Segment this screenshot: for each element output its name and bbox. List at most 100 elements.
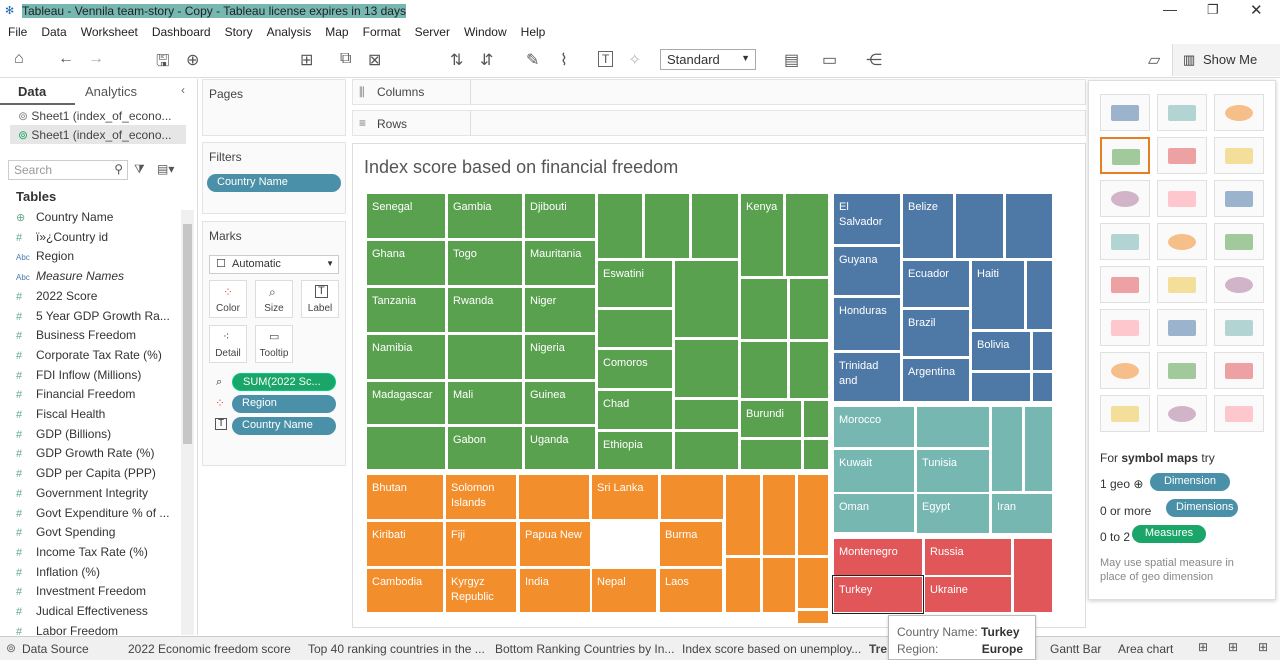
- treemap-cell[interactable]: Chad: [597, 390, 673, 430]
- treemap-cell[interactable]: Gambia: [447, 193, 523, 239]
- treemap-cell[interactable]: [803, 400, 829, 438]
- treemap-cell[interactable]: [955, 193, 1004, 259]
- treemap-cell[interactable]: Solomon Islands: [445, 474, 517, 520]
- field-item[interactable]: # Financial Freedom: [16, 387, 135, 401]
- show-me-button[interactable]: ▥ Show Me: [1172, 44, 1280, 76]
- field-item[interactable]: Abc Region: [16, 249, 74, 263]
- treemap-cell[interactable]: [740, 341, 788, 399]
- home-icon[interactable]: ⌂: [14, 50, 24, 68]
- field-item[interactable]: # GDP Growth Rate (%): [16, 446, 154, 460]
- treemap-cell[interactable]: El Salvador: [833, 193, 901, 245]
- treemap-cell[interactable]: Namibia: [366, 334, 446, 380]
- treemap-cell[interactable]: Ethiopia: [597, 431, 673, 470]
- treemap-cell[interactable]: [674, 339, 739, 398]
- treemap-cell[interactable]: Kyrgyz Republic: [445, 568, 517, 613]
- chart-type-thumbnail[interactable]: [1100, 309, 1150, 346]
- treemap-cell[interactable]: Burma: [659, 521, 723, 567]
- color-button[interactable]: ⁘ Color: [209, 280, 247, 318]
- treemap-cell[interactable]: Oman: [833, 493, 915, 533]
- treemap-cell[interactable]: Togo: [447, 240, 523, 286]
- treemap-cell[interactable]: Montenegro: [833, 538, 923, 576]
- label-button[interactable]: T Label: [301, 280, 339, 318]
- field-item[interactable]: # Govt Spending: [16, 525, 115, 539]
- clear-sheet-icon[interactable]: ⊠: [368, 50, 381, 70]
- treemap-cell[interactable]: Belize: [902, 193, 954, 259]
- treemap-cell[interactable]: Tanzania: [366, 287, 446, 333]
- tab-analytics[interactable]: Analytics: [85, 84, 137, 99]
- treemap-cell[interactable]: [1032, 372, 1053, 402]
- treemap-cell[interactable]: Russia: [924, 538, 1012, 576]
- treemap-cell[interactable]: Tunisia: [916, 449, 990, 493]
- datasource-item[interactable]: ⊚ Sheet1 (index_of_econo...: [18, 128, 172, 142]
- field-item[interactable]: # FDI Inflow (Millions): [16, 368, 141, 382]
- treemap-cell[interactable]: Niger: [524, 287, 596, 333]
- treemap-cell[interactable]: Madagascar: [366, 381, 446, 425]
- new-story-icon[interactable]: ⊞: [1258, 640, 1268, 654]
- minimize-icon[interactable]: —: [1163, 1, 1177, 17]
- treemap-cell[interactable]: Nigeria: [524, 334, 596, 380]
- treemap-cell[interactable]: Ukraine: [924, 576, 1012, 613]
- view-list-icon[interactable]: ▤▾: [157, 162, 174, 176]
- chart-type-thumbnail[interactable]: [1100, 266, 1150, 303]
- treemap-cell[interactable]: Papua New: [519, 521, 591, 567]
- treemap-cell[interactable]: Bhutan: [366, 474, 444, 520]
- chart-type-thumbnail[interactable]: [1157, 266, 1207, 303]
- share-icon[interactable]: ⋲: [866, 50, 882, 70]
- presentation-icon[interactable]: ▭: [822, 50, 837, 70]
- treemap-cell[interactable]: [789, 341, 829, 399]
- mark-pill-size[interactable]: SUM(2022 Sc...: [232, 373, 336, 391]
- new-sheet-icon[interactable]: ⊞: [1198, 640, 1208, 654]
- menu-item-data[interactable]: Data: [41, 25, 66, 39]
- tab-sheet[interactable]: Area chart: [1118, 642, 1173, 656]
- treemap-cell[interactable]: [797, 557, 829, 609]
- treemap-cell[interactable]: [366, 426, 446, 470]
- chart-type-thumbnail[interactable]: [1100, 94, 1150, 131]
- menu-item-map[interactable]: Map: [325, 25, 348, 39]
- new-dashboard-icon[interactable]: ⊞: [1228, 640, 1238, 654]
- treemap-cell[interactable]: Guinea: [524, 381, 596, 425]
- tab-data-source[interactable]: Data Source: [22, 642, 89, 656]
- treemap-cell[interactable]: [644, 193, 690, 259]
- treemap-cell[interactable]: Burundi: [740, 400, 802, 438]
- chart-type-thumbnail[interactable]: [1214, 180, 1264, 217]
- treemap-cell[interactable]: Comoros: [597, 349, 673, 389]
- chart-type-thumbnail[interactable]: [1157, 137, 1207, 174]
- chart-type-thumbnail[interactable]: [1157, 309, 1207, 346]
- scrollbar[interactable]: [181, 210, 194, 635]
- menu-item-server[interactable]: Server: [415, 25, 450, 39]
- treemap-cell[interactable]: Laos: [659, 568, 723, 613]
- menu-item-file[interactable]: File: [8, 25, 27, 39]
- treemap-cell[interactable]: Iran: [991, 493, 1053, 534]
- field-item[interactable]: Abc Measure Names: [16, 269, 124, 283]
- field-item[interactable]: # Fiscal Health: [16, 407, 105, 421]
- treemap-cell[interactable]: [762, 557, 796, 613]
- tab-sheet[interactable]: Index score based on unemploy...: [682, 642, 861, 656]
- chart-type-thumbnail[interactable]: [1100, 395, 1150, 432]
- filters-shelf[interactable]: Filters Country Name: [202, 142, 346, 214]
- tab-sheet[interactable]: Top 40 ranking countries in the ...: [308, 642, 485, 656]
- treemap-cell[interactable]: Kenya: [740, 193, 784, 277]
- field-item[interactable]: # Business Freedom: [16, 328, 136, 342]
- field-item[interactable]: # Government Integrity: [16, 486, 148, 500]
- treemap-cell[interactable]: Honduras: [833, 297, 901, 351]
- detail-button[interactable]: ⁖ Detail: [209, 325, 247, 363]
- treemap-cell[interactable]: Eswatini: [597, 260, 673, 308]
- tab-sheet[interactable]: Bottom Ranking Countries by In...: [495, 642, 674, 656]
- treemap-cell[interactable]: Guyana: [833, 246, 901, 296]
- treemap-cell[interactable]: Cambodia: [366, 568, 444, 613]
- treemap-cell[interactable]: [916, 406, 990, 448]
- sort-ascending-icon[interactable]: ⇅: [450, 50, 463, 70]
- treemap-cell[interactable]: [740, 439, 802, 470]
- chart-type-thumbnail[interactable]: [1100, 180, 1150, 217]
- menu-item-worksheet[interactable]: Worksheet: [81, 25, 138, 39]
- treemap-cell[interactable]: Mali: [447, 381, 523, 425]
- treemap-cell[interactable]: Egypt: [916, 493, 990, 534]
- treemap-cell[interactable]: Kuwait: [833, 449, 915, 493]
- treemap-cell[interactable]: [674, 260, 739, 338]
- treemap-cell[interactable]: Argentina: [902, 358, 970, 402]
- menu-item-analysis[interactable]: Analysis: [267, 25, 312, 39]
- field-item[interactable]: ⊕ Country Name: [16, 210, 113, 224]
- field-item[interactable]: # Corporate Tax Rate (%): [16, 348, 162, 362]
- chart-type-thumbnail[interactable]: [1100, 223, 1150, 260]
- size-button[interactable]: ⌕ Size: [255, 280, 293, 318]
